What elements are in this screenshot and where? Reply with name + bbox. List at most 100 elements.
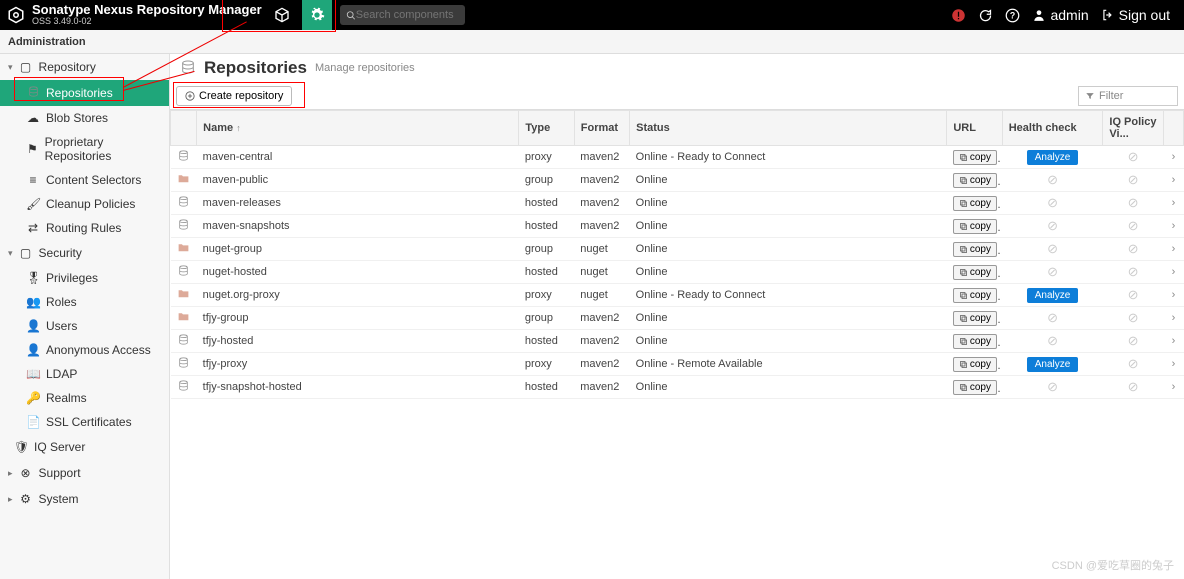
- copy-url-button[interactable]: copy: [953, 265, 997, 280]
- col-icon[interactable]: [171, 111, 197, 146]
- chevron-right-icon[interactable]: ›: [1172, 243, 1176, 255]
- folder-icon: ▢: [19, 246, 33, 260]
- ribbon-icon: 🎖: [26, 271, 40, 285]
- table-row[interactable]: tfjy-group group maven2 Online copy ⊘ ⊘ …: [171, 307, 1184, 330]
- sidebar-item-realms[interactable]: 🔑Realms: [0, 386, 169, 410]
- col-type[interactable]: Type: [519, 111, 574, 146]
- table-row[interactable]: maven-releases hosted maven2 Online copy…: [171, 192, 1184, 215]
- repo-name: nuget.org-proxy: [197, 284, 519, 307]
- db-icon: [177, 360, 190, 372]
- sidebar-item-roles[interactable]: 👥Roles: [0, 290, 169, 314]
- create-repository-button[interactable]: Create repository: [176, 86, 292, 106]
- ban-icon: ⊘: [1128, 333, 1139, 348]
- admin-gear-icon[interactable]: [302, 0, 332, 30]
- copy-url-button[interactable]: copy: [953, 219, 997, 234]
- copy-url-button[interactable]: copy: [953, 357, 997, 372]
- copy-url-button[interactable]: copy: [953, 334, 997, 349]
- signout-label: Sign out: [1119, 7, 1170, 23]
- ban-icon: ⊘: [1128, 310, 1139, 325]
- toolbar: Create repository Filter: [170, 82, 1184, 110]
- sidebar-group-repository[interactable]: ▾▢Repository: [0, 54, 169, 80]
- copy-url-button[interactable]: copy: [953, 173, 997, 188]
- help-icon[interactable]: ?: [1005, 8, 1020, 23]
- ban-icon: ⊘: [1128, 218, 1139, 233]
- col-name[interactable]: Name ↑: [197, 111, 519, 146]
- sidebar-group-security[interactable]: ▾▢Security: [0, 240, 169, 266]
- chevron-right-icon[interactable]: ›: [1172, 381, 1176, 393]
- col-health[interactable]: Health check: [1002, 111, 1103, 146]
- chevron-right-icon[interactable]: ›: [1172, 335, 1176, 347]
- chevron-right-icon[interactable]: ›: [1172, 266, 1176, 278]
- page-desc: Manage repositories: [315, 62, 415, 74]
- sidebar-item-ssl-certificates[interactable]: 📄SSL Certificates: [0, 410, 169, 434]
- repo-name: maven-central: [197, 146, 519, 169]
- copy-url-button[interactable]: copy: [953, 196, 997, 211]
- user-menu[interactable]: admin: [1032, 7, 1088, 23]
- refresh-icon[interactable]: [978, 8, 993, 23]
- copy-url-button[interactable]: copy: [953, 380, 997, 395]
- chevron-right-icon[interactable]: ›: [1172, 312, 1176, 324]
- analyze-button[interactable]: Analyze: [1027, 357, 1079, 372]
- col-iq[interactable]: IQ Policy Vi...: [1103, 111, 1163, 146]
- sidebar-group-iq-server[interactable]: 🛡IQ Server: [0, 434, 169, 460]
- copy-url-button[interactable]: copy: [953, 242, 997, 257]
- table-row[interactable]: tfjy-hosted hosted maven2 Online copy ⊘ …: [171, 330, 1184, 353]
- sidebar-group-label: Security: [39, 246, 82, 260]
- search-input[interactable]: [356, 9, 459, 21]
- ban-icon: ⊘: [1128, 172, 1139, 187]
- copy-url-button[interactable]: copy: [953, 288, 997, 303]
- sidebar-item-cleanup-policies[interactable]: 🖌Cleanup Policies: [0, 192, 169, 216]
- chevron-right-icon[interactable]: ›: [1172, 151, 1176, 163]
- sidebar-item-label: Repositories: [46, 86, 113, 100]
- table-row[interactable]: tfjy-snapshot-hosted hosted maven2 Onlin…: [171, 376, 1184, 399]
- table-row[interactable]: nuget.org-proxy proxy nuget Online - Rea…: [171, 284, 1184, 307]
- sidebar-item-label: Routing Rules: [46, 221, 121, 235]
- table-row[interactable]: nuget-hosted hosted nuget Online copy ⊘ …: [171, 261, 1184, 284]
- sidebar-item-repositories[interactable]: Repositories: [0, 80, 169, 106]
- chevron-right-icon[interactable]: ›: [1172, 174, 1176, 186]
- analyze-button[interactable]: Analyze: [1027, 288, 1079, 303]
- signout-button[interactable]: Sign out: [1101, 7, 1170, 23]
- sidebar-item-ldap[interactable]: 📖LDAP: [0, 362, 169, 386]
- sidebar-item-users[interactable]: 👤Users: [0, 314, 169, 338]
- copy-url-button[interactable]: copy: [953, 150, 997, 165]
- sidebar-item-proprietary-repositories[interactable]: ⚑Proprietary Repositories: [0, 130, 169, 168]
- table-row[interactable]: tfjy-proxy proxy maven2 Online - Remote …: [171, 353, 1184, 376]
- sort-asc-icon: ↑: [236, 123, 241, 133]
- sidebar-item-anonymous-access[interactable]: 👤Anonymous Access: [0, 338, 169, 362]
- chevron-right-icon[interactable]: ›: [1172, 197, 1176, 209]
- filter-input[interactable]: Filter: [1078, 86, 1178, 106]
- col-url[interactable]: URL: [947, 111, 1002, 146]
- repo-status: Online: [630, 307, 947, 330]
- repo-name: maven-snapshots: [197, 215, 519, 238]
- analyze-button[interactable]: Analyze: [1027, 150, 1079, 165]
- browse-icon[interactable]: [268, 1, 296, 29]
- sidebar-group-system[interactable]: ▸⚙System: [0, 486, 169, 512]
- search-box[interactable]: [340, 5, 465, 25]
- col-format[interactable]: Format: [574, 111, 629, 146]
- alert-icon[interactable]: [951, 8, 966, 23]
- repo-format: nuget: [574, 284, 629, 307]
- ban-icon: ⊘: [1128, 379, 1139, 394]
- db-icon: [26, 85, 40, 101]
- copy-url-button[interactable]: copy: [953, 311, 997, 326]
- sidebar-group-label: Support: [39, 466, 81, 480]
- sidebar-item-label: Users: [46, 319, 77, 333]
- col-status[interactable]: Status: [630, 111, 947, 146]
- repo-name: tfjy-proxy: [197, 353, 519, 376]
- app-version: OSS 3.49.0-02: [32, 17, 262, 27]
- repo-type: hosted: [519, 261, 574, 284]
- table-row[interactable]: nuget-group group nuget Online copy ⊘ ⊘ …: [171, 238, 1184, 261]
- sidebar-item-content-selectors[interactable]: ≡Content Selectors: [0, 168, 169, 192]
- repo-format: maven2: [574, 192, 629, 215]
- chevron-right-icon[interactable]: ›: [1172, 289, 1176, 301]
- table-row[interactable]: maven-public group maven2 Online copy ⊘ …: [171, 169, 1184, 192]
- chevron-right-icon[interactable]: ›: [1172, 358, 1176, 370]
- sidebar-item-privileges[interactable]: 🎖Privileges: [0, 266, 169, 290]
- table-row[interactable]: maven-central proxy maven2 Online - Read…: [171, 146, 1184, 169]
- sidebar-group-support[interactable]: ▸⊗Support: [0, 460, 169, 486]
- sidebar-item-blob-stores[interactable]: ☁Blob Stores: [0, 106, 169, 130]
- sidebar-item-routing-rules[interactable]: ⇄Routing Rules: [0, 216, 169, 240]
- chevron-right-icon[interactable]: ›: [1172, 220, 1176, 232]
- table-row[interactable]: maven-snapshots hosted maven2 Online cop…: [171, 215, 1184, 238]
